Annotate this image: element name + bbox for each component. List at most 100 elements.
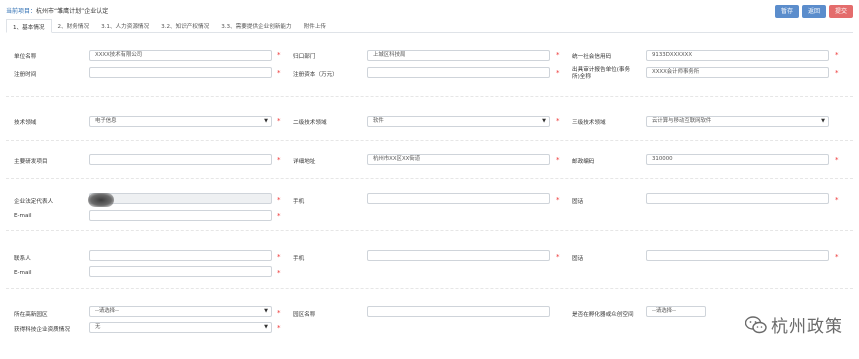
submit-button[interactable]: 提交 [828,5,853,18]
tech-field-select[interactable]: 电子信息 ▼ [89,116,272,127]
legal-tel-input[interactable] [646,193,829,204]
main-product-input[interactable] [89,154,272,165]
required-mark: * [277,253,281,261]
save-draft-button[interactable]: 暂存 [774,5,799,18]
required-mark: * [835,253,839,261]
sci-company-select[interactable]: 无 ▼ [89,322,272,333]
section-divider [6,178,853,179]
audit-firm-input[interactable]: XXXX会计师事务所 [646,67,829,78]
required-mark: * [277,156,281,164]
required-mark: * [556,117,560,125]
contact-label: 联系人 [14,256,31,262]
legal-rep-input[interactable] [89,193,272,204]
reg-capital-label: 注册资本（万元） [293,72,338,78]
required-mark: * [556,196,560,204]
dropdown-arrow-icon: ▼ [542,118,546,124]
tab-innovation[interactable]: 3.3、需要提供企业创新能力 [215,19,297,32]
dropdown-arrow-icon: ▼ [264,118,268,124]
required-mark: * [277,69,281,77]
postcode-label: 邮政编码 [572,159,595,165]
section-divider [6,96,853,97]
legal-email-label: E-mail [14,213,32,219]
tab-attachments[interactable]: 附件上传 [298,19,332,32]
legal-phone-label: 手机 [293,199,305,205]
contact-email-input[interactable] [89,266,272,277]
redacted-mark [88,193,114,207]
incubator-select[interactable]: --请选择-- [646,306,706,317]
dropdown-arrow-icon: ▼ [264,308,268,314]
company-name-input[interactable]: XXXX技术有限公司 [89,50,272,61]
required-mark: * [277,309,281,317]
page: 当前项目：杭州市“雏鹰计划”企业认定 暂存 返回 提交 1、基本情况 2、财务情… [0,0,859,359]
incubator-label: 是否在孵化器或众创空间 [572,312,634,318]
legal-phone-input[interactable] [367,193,550,204]
breadcrumb: 当前项目：杭州市“雏鹰计划”企业认定 [6,6,108,15]
sci-company-value: 无 [95,324,101,330]
required-mark: * [277,212,281,220]
section-divider [6,230,853,231]
required-mark: * [277,117,281,125]
breadcrumb-title: 杭州市“雏鹰计划”企业认定 [36,8,109,15]
park-name-input[interactable] [367,306,550,317]
required-mark: * [556,69,560,77]
tech-field2-value: 软件 [373,118,384,124]
department-label: 归口部门 [293,54,316,60]
sci-company-label: 获得科技企业资质情况 [14,327,70,333]
tab-human-resources[interactable]: 3.1、人力资源情况 [95,19,155,32]
tech-field-value: 电子信息 [95,118,117,124]
legal-rep-label: 企业法定代表人 [14,199,54,205]
required-mark: * [556,253,560,261]
department-input[interactable]: 上城区科技局 [367,50,550,61]
required-mark: * [277,196,281,204]
district-label: 所在高新园区 [14,312,48,318]
address-input[interactable]: 杭州市XX区XX街道 [367,154,550,165]
contact-tel-label: 固话 [572,256,584,262]
legal-email-input[interactable] [89,210,272,221]
back-button[interactable]: 返回 [801,5,826,18]
tech-field3-value: 云计算与移动互联网软件 [652,118,712,124]
postcode-input[interactable]: 310000 [646,154,829,165]
tech-field2-select[interactable]: 软件 ▼ [367,116,550,127]
required-mark: * [835,156,839,164]
district-select[interactable]: --请选择-- ▼ [89,306,272,317]
required-mark: * [277,269,281,277]
dropdown-arrow-icon: ▼ [264,324,268,330]
tab-finance[interactable]: 2、财务情况 [52,19,96,32]
required-mark: * [556,156,560,164]
contact-input[interactable] [89,250,272,261]
contact-tel-input[interactable] [646,250,829,261]
contact-phone-label: 手机 [293,256,305,262]
address-label: 详细地址 [293,159,316,165]
required-mark: * [835,196,839,204]
required-mark: * [277,324,281,332]
credit-code-label: 统一社会信用码 [572,54,612,60]
district-value: --请选择-- [95,308,119,314]
incubator-value: --请选择-- [652,308,676,314]
reg-capital-input[interactable] [367,67,550,78]
section-divider [6,140,853,141]
action-bar: 暂存 返回 提交 [774,5,853,18]
reg-date-label: 注册时间 [14,72,37,78]
company-name-label: 单位名称 [14,54,37,60]
legal-tel-label: 固话 [572,199,584,205]
section-divider [6,288,853,289]
tab-basic-info[interactable]: 1、基本情况 [6,19,52,33]
contact-email-label: E-mail [14,270,32,276]
required-mark: * [835,51,839,59]
watermark: 杭州政策 [745,312,843,337]
park-name-label: 园区名称 [293,312,316,318]
tech-field3-select[interactable]: 云计算与移动互联网软件 ▼ [646,116,829,127]
tech-field-label: 技术领域 [14,120,37,126]
tech-field3-label: 三级技术领域 [572,120,606,126]
tab-intellectual-property[interactable]: 3.2、知识产权情况 [155,19,215,32]
contact-phone-input[interactable] [367,250,550,261]
reg-date-input[interactable] [89,67,272,78]
tech-field2-label: 二级技术领域 [293,120,327,126]
tab-bar: 1、基本情况 2、财务情况 3.1、人力资源情况 3.2、知识产权情况 3.3、… [6,19,853,33]
required-mark: * [835,69,839,77]
watermark-text: 杭州政策 [771,317,843,337]
required-mark: * [556,51,560,59]
credit-code-input[interactable]: 9133DXXXXXX [646,50,829,61]
main-product-label: 主要研发项目 [14,159,48,165]
dropdown-arrow-icon: ▼ [821,118,825,124]
